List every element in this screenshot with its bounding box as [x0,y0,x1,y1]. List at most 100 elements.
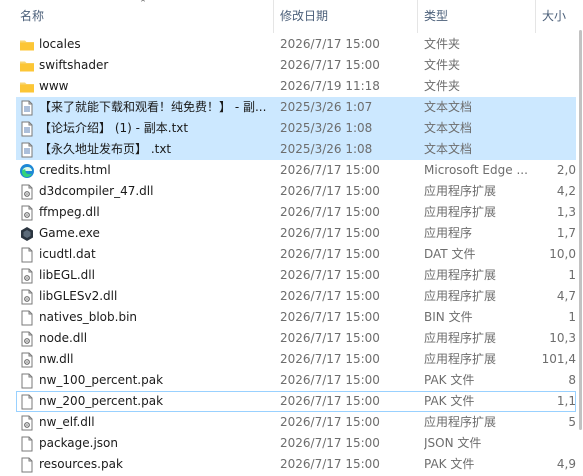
file-date: 2026/7/17 15:00 [280,310,380,324]
file-row[interactable]: Game.exe 2026/7/17 15:00 应用程序 1,7 [16,223,576,244]
file-date: 2026/7/17 15:00 [280,205,380,219]
file-type: 应用程序 [424,226,473,240]
dll-file-icon [19,415,35,431]
blank-file-icon [19,373,35,389]
blank-file-icon [19,436,35,452]
folder-icon [19,37,35,53]
column-header: 名称 ⌃ 修改日期 类型 大小 [0,0,583,33]
dll-file-icon [19,184,35,200]
file-date: 2026/7/17 15:00 [280,37,380,51]
file-date: 2025/3/26 1:08 [280,142,373,156]
column-header-size[interactable]: 大小 [536,0,583,33]
file-row[interactable]: nw.dll 2026/7/17 15:00 应用程序扩展 101,4 [16,349,576,370]
file-row[interactable]: 【论坛介绍】 (1) - 副本.txt 2025/3/26 1:08 文本文档 [16,118,576,139]
file-name: libGLESv2.dll [39,289,118,303]
file-name: natives_blob.bin [39,310,138,324]
file-date: 2026/7/17 15:00 [280,247,380,261]
file-size: 1,7 [556,226,576,240]
file-date: 2026/7/17 15:00 [280,373,380,387]
vertical-scrollbar[interactable] [577,0,583,470]
file-row[interactable]: libEGL.dll 2026/7/17 15:00 应用程序扩展 1 [16,265,576,286]
file-type: 应用程序扩展 [424,331,497,345]
dll-file-icon [19,352,35,368]
file-type: PAK 文件 [424,373,475,387]
file-name: package.json [39,436,119,450]
file-row[interactable]: package.json 2026/7/17 15:00 JSON 文件 [16,433,576,454]
file-row[interactable]: nw_elf.dll 2026/7/17 15:00 应用程序扩展 5 [16,412,576,433]
scrollbar-thumb[interactable] [579,30,582,430]
file-date: 2026/7/17 15:00 [280,457,380,471]
file-name: www [39,79,69,93]
file-size [536,56,576,75]
file-row[interactable]: swiftshader 2026/7/17 15:00 文件夹 [16,55,576,76]
file-name: icudtl.dat [39,247,96,261]
text-file-icon [19,121,35,137]
file-date: 2026/7/17 15:00 [280,352,380,366]
file-row[interactable]: icudtl.dat 2026/7/17 15:00 DAT 文件 10,0 [16,244,576,265]
file-row[interactable]: locales 2026/7/17 15:00 文件夹 [16,34,576,55]
file-row[interactable]: 【永久地址发布页】 .txt 2025/3/26 1:08 文本文档 [16,139,576,160]
file-type: PAK 文件 [424,457,475,471]
folder-icon [19,79,35,95]
column-header-date[interactable]: 修改日期 [274,0,416,33]
file-row[interactable]: libGLESv2.dll 2026/7/17 15:00 应用程序扩展 4,7 [16,286,576,307]
dll-file-icon [19,205,35,221]
file-name: nw_100_percent.pak [39,373,164,387]
file-name: node.dll [39,331,88,345]
file-date: 2026/7/17 15:00 [280,415,380,429]
file-date: 2026/7/17 15:00 [280,184,380,198]
file-name: nw.dll [39,352,74,366]
file-name: d3dcompiler_47.dll [39,184,154,198]
edge-icon [19,163,35,179]
file-date: 2026/7/17 15:00 [280,268,380,282]
file-size: 1 [568,268,576,282]
column-header-type[interactable]: 类型 [418,0,530,33]
file-row[interactable]: 【来了就能下载和观看！纯免费！】 - 副... 2025/3/26 1:07 文本文… [16,97,576,118]
file-size: 10,3 [549,331,576,345]
file-type: Microsoft Edge ... [424,163,528,177]
file-row[interactable]: node.dll 2026/7/17 15:00 应用程序扩展 10,3 [16,328,576,349]
file-size: 4,2 [556,184,576,198]
file-date: 2025/3/26 1:07 [280,100,373,114]
column-header-type-label: 类型 [424,9,449,23]
file-row[interactable]: nw_200_percent.pak 2026/7/17 15:00 PAK 文件 1… [16,391,576,412]
file-type: 应用程序扩展 [424,184,497,198]
file-size [536,119,576,138]
file-type: 应用程序扩展 [424,352,497,366]
file-size: 5 [568,415,576,429]
file-date: 2026/7/17 15:00 [280,226,380,240]
file-type: 应用程序扩展 [424,415,497,429]
file-row[interactable]: credits.html 2026/7/17 15:00 Microsoft Edg… [16,160,576,181]
file-row[interactable]: ffmpeg.dll 2026/7/17 15:00 应用程序扩展 1,3 [16,202,576,223]
file-date: 2026/7/19 11:18 [280,79,380,93]
file-type: 应用程序扩展 [424,268,497,282]
file-size: 10,0 [549,247,576,261]
file-type: 文本文档 [424,121,473,135]
text-file-icon [19,100,35,116]
file-date: 2026/7/17 15:00 [280,289,380,303]
dll-file-icon [19,268,35,284]
file-type: 文件夹 [424,37,461,51]
file-row[interactable]: www 2026/7/19 11:18 文件夹 [16,76,576,97]
file-name: libEGL.dll [39,268,95,282]
file-size: 4,9 [556,457,576,471]
column-header-size-label: 大小 [542,9,567,23]
file-row[interactable]: nw_100_percent.pak 2026/7/17 15:00 PAK 文件 8 [16,370,576,391]
file-type: 文本文档 [424,142,473,156]
file-type: 应用程序扩展 [424,205,497,219]
text-file-icon [19,142,35,158]
file-row[interactable]: resources.pak 2026/7/17 15:00 PAK 文件 4,9 [16,454,576,475]
file-date: 2026/7/17 15:00 [280,394,380,408]
file-row[interactable]: d3dcompiler_47.dll 2026/7/17 15:00 应用程序扩展 4… [16,181,576,202]
sort-ascending-icon: ⌃ [139,0,147,9]
file-name: 【论坛介绍】 (1) - 副本.txt [39,121,189,135]
file-row[interactable]: natives_blob.bin 2026/7/17 15:00 BIN 文件 1 [16,307,576,328]
file-type: PAK 文件 [424,394,475,408]
file-size: 1,3 [556,205,576,219]
game-exe-icon [19,226,35,242]
file-name: swiftshader [39,58,109,72]
file-size: 1,1 [556,394,576,408]
file-date: 2026/7/17 15:00 [280,163,380,177]
file-name: nw_elf.dll [39,415,95,429]
file-type: BIN 文件 [424,310,473,324]
